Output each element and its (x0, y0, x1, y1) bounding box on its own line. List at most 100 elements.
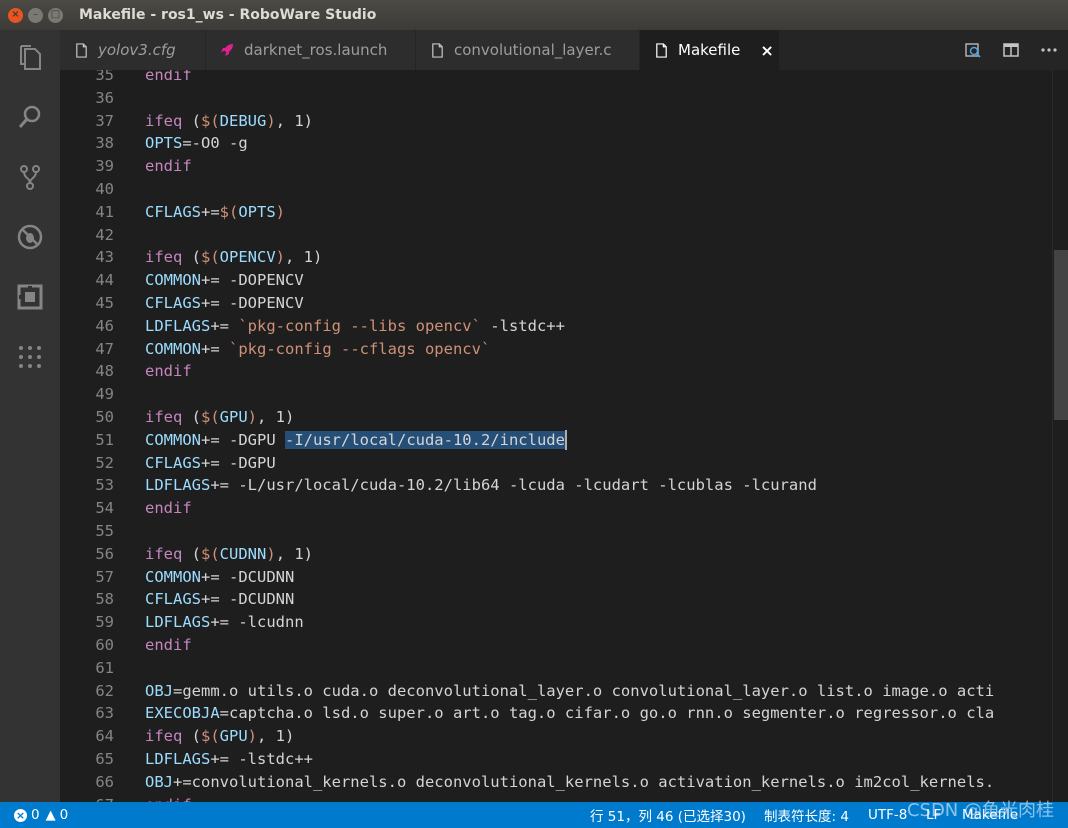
code-line: 64 ifeq ($(GPU), 1) (60, 725, 1068, 748)
watermark: CSDN @鱼光肉桂 (906, 800, 1054, 821)
tab-makefile[interactable]: Makefile × (640, 30, 780, 70)
code-text[interactable]: OBJ+=convolutional_kernels.o deconvoluti… (145, 771, 994, 794)
code-text[interactable]: LDFLAGS+= -lcudnn (145, 611, 304, 634)
line-number: 55 (95, 521, 114, 540)
indentation[interactable]: 制表符长度: 4 (764, 802, 849, 828)
line-number: 43 (95, 248, 114, 267)
file-icon (72, 41, 90, 59)
line-number: 56 (95, 544, 114, 563)
code-text[interactable]: ifeq ($(CUDNN), 1) (145, 543, 313, 566)
line-number: 38 (95, 134, 114, 153)
code-text[interactable]: LDFLAGS+= `pkg-config --libs opencv` -ls… (145, 315, 565, 338)
split-editor-icon[interactable] (992, 30, 1030, 70)
code-text[interactable]: ifeq ($(GPU), 1) (145, 406, 294, 429)
editor-actions (954, 30, 1068, 70)
close-icon[interactable]: × (760, 41, 773, 60)
window-close-button[interactable]: × (8, 7, 23, 23)
code-line: 56 ifeq ($(CUDNN), 1) (60, 543, 1068, 566)
window-title: Makefile - ros1_ws - RoboWare Studio (79, 7, 377, 23)
text-cursor (564, 430, 567, 451)
code-line: 40 (60, 178, 1068, 201)
code-text[interactable]: OPTS=-O0 -g (145, 132, 248, 155)
window-minimize-button[interactable]: – (28, 7, 43, 23)
editor-lines: 35 endif 36 37 ifeq ($(DEBUG), 1) 38 OPTS=-O0 … (60, 70, 1068, 802)
tab-label: yolov3.cfg (98, 41, 176, 59)
code-text[interactable]: CFLAGS+= -DCUDNN (145, 588, 294, 611)
code-editor[interactable]: 35 endif 36 37 ifeq ($(DEBUG), 1) 38 OPTS=-O0 … (60, 70, 1068, 802)
line-number: 53 (95, 476, 114, 495)
code-text[interactable]: endif (145, 70, 192, 87)
code-line: 43 ifeq ($(OPENCV), 1) (60, 246, 1068, 269)
cursor-position[interactable]: 行 51，列 46 (已选择30) (590, 802, 746, 828)
warning-icon: ▲ (45, 807, 56, 823)
line-number: 62 (95, 681, 114, 700)
code-text[interactable]: COMMON+= -DCUDNN (145, 566, 294, 589)
line-number: 35 (95, 70, 114, 84)
code-text[interactable]: COMMON+= -DOPENCV (145, 269, 304, 292)
vertical-scrollbar[interactable] (1052, 70, 1068, 802)
line-number: 45 (95, 293, 114, 312)
activity-bar (0, 30, 60, 802)
code-text[interactable]: ifeq ($(DEBUG), 1) (145, 110, 313, 133)
open-preview-icon[interactable] (954, 30, 992, 70)
tab-convolutional-layer-c[interactable]: convolutional_layer.c (416, 30, 640, 70)
line-number: 59 (95, 613, 114, 632)
title-bar: × – □ Makefile - ros1_ws - RoboWare Stud… (0, 0, 1068, 30)
line-number: 44 (95, 271, 114, 290)
code-text[interactable]: ifeq ($(OPENCV), 1) (145, 246, 322, 269)
source-control-icon[interactable] (15, 162, 45, 192)
line-number: 39 (95, 157, 114, 176)
rocket-icon (218, 41, 236, 59)
problems-indicator[interactable]: × 0 ▲ 0 (14, 802, 68, 828)
code-text[interactable]: endif (145, 497, 192, 520)
line-number: 37 (95, 111, 114, 130)
more-icon[interactable] (15, 342, 45, 372)
extensions-icon[interactable] (15, 282, 45, 312)
more-actions-icon[interactable] (1030, 30, 1068, 70)
code-line: 51 COMMON+= -DGPU -I/usr/local/cuda-10.2/… (60, 429, 1068, 452)
error-icon: × (14, 808, 27, 822)
code-line: 46 LDFLAGS+= `pkg-config --libs opencv` -… (60, 315, 1068, 338)
code-line: 53 LDFLAGS+= -L/usr/local/cuda-10.2/lib64… (60, 474, 1068, 497)
code-line: 55 (60, 520, 1068, 543)
search-icon[interactable] (15, 102, 45, 132)
code-text[interactable]: EXECOBJA=captcha.o lsd.o super.o art.o t… (145, 702, 994, 725)
scrollbar-thumb[interactable] (1054, 250, 1068, 420)
code-text[interactable]: CFLAGS+= -DGPU (145, 452, 276, 475)
window-maximize-button[interactable]: □ (48, 7, 63, 23)
line-number: 40 (95, 179, 114, 198)
line-number: 50 (95, 407, 114, 426)
tab-darknet-ros-launch[interactable]: darknet_ros.launch (206, 30, 416, 70)
code-line: 45 CFLAGS+= -DOPENCV (60, 292, 1068, 315)
code-text[interactable]: LDFLAGS+= -lstdc++ (145, 748, 313, 771)
code-line: 66 OBJ+=convolutional_kernels.o deconvolu… (60, 771, 1068, 794)
code-line: 41 CFLAGS+=$(OPTS) (60, 201, 1068, 224)
code-text[interactable]: ifeq ($(GPU), 1) (145, 725, 294, 748)
code-line: 60 endif (60, 634, 1068, 657)
line-number: 57 (95, 567, 114, 586)
code-line: 47 COMMON+= `pkg-config --cflags opencv` (60, 338, 1068, 361)
code-text[interactable]: LDFLAGS+= -L/usr/local/cuda-10.2/lib64 -… (145, 474, 817, 497)
line-number: 36 (95, 88, 114, 107)
line-number: 41 (95, 202, 114, 221)
code-text[interactable]: CFLAGS+=$(OPTS) (145, 201, 285, 224)
code-text[interactable]: OBJ=gemm.o utils.o cuda.o deconvolutiona… (145, 680, 994, 703)
debug-icon[interactable] (15, 222, 45, 252)
files-icon[interactable] (15, 42, 45, 72)
code-text[interactable]: endif (145, 634, 192, 657)
line-number: 67 (60, 794, 114, 803)
code-text[interactable]: endif (145, 794, 192, 803)
code-line: 58 CFLAGS+= -DCUDNN (60, 588, 1068, 611)
code-text[interactable]: endif (145, 155, 192, 178)
encoding[interactable]: UTF-8 (868, 802, 907, 828)
code-text[interactable]: COMMON+= -DGPU -I/usr/local/cuda-10.2/in… (145, 429, 567, 452)
tab-yolov3-cfg[interactable]: yolov3.cfg (60, 30, 206, 70)
code-line: 37 ifeq ($(DEBUG), 1) (60, 110, 1068, 133)
line-number: 61 (95, 658, 114, 677)
code-text[interactable]: endif (145, 360, 192, 383)
code-line: 50 ifeq ($(GPU), 1) (60, 406, 1068, 429)
code-line: 54 endif (60, 497, 1068, 520)
code-text[interactable]: CFLAGS+= -DOPENCV (145, 292, 304, 315)
tab-bar: yolov3.cfg darknet_ros.launch convolutio… (60, 30, 1068, 70)
code-text[interactable]: COMMON+= `pkg-config --cflags opencv` (145, 338, 490, 361)
